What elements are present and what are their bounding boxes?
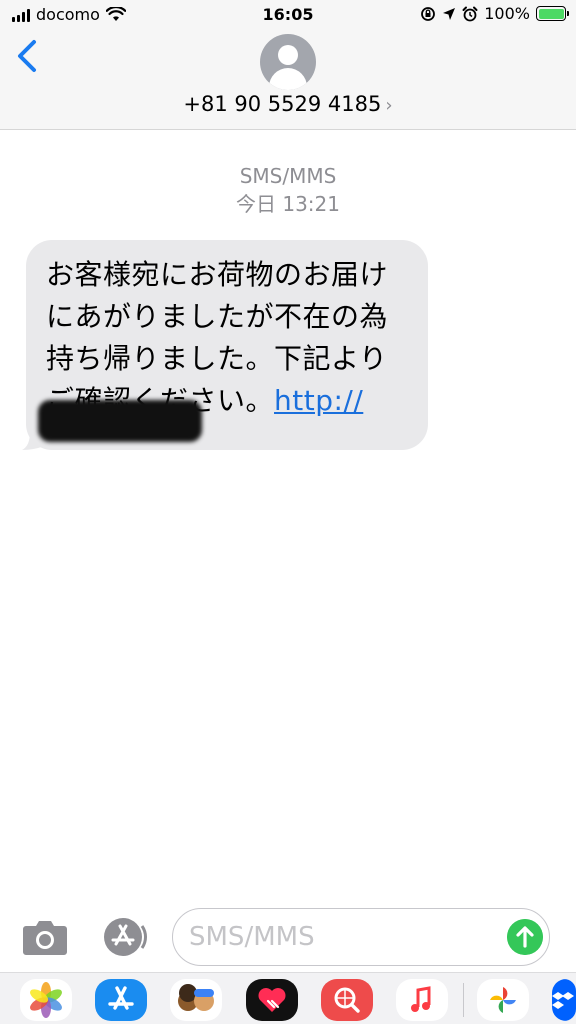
contact-name-button[interactable]: +81 90 5529 4185 ›: [0, 92, 576, 116]
message-link[interactable]: http://: [274, 384, 363, 417]
message-meta: SMS/MMS 今日 13:21: [0, 162, 576, 218]
drawer-divider: [463, 983, 464, 1017]
back-chevron-icon[interactable]: [14, 38, 40, 74]
message-timestamp: 今日 13:21: [236, 192, 340, 216]
send-arrow-icon[interactable]: [507, 919, 543, 955]
orientation-lock-icon: [421, 6, 436, 21]
message-input-field[interactable]: [172, 908, 550, 966]
app-drawer: [0, 972, 576, 1024]
contact-number: +81 90 5529 4185: [183, 92, 382, 116]
location-icon: [443, 7, 456, 20]
music-icon[interactable]: [396, 979, 448, 1021]
camera-icon[interactable]: [22, 918, 68, 956]
status-bar: docomo 16:05 100%: [0, 0, 576, 30]
status-icons: 100%: [420, 4, 569, 23]
photos-icon[interactable]: [20, 979, 72, 1021]
memoji-icon[interactable]: [170, 979, 222, 1021]
redacted-url-scribble: [38, 400, 202, 442]
navigation-header: docomo 16:05 100% +81 90 5529 4185 ›: [0, 0, 576, 130]
google-photos-icon[interactable]: [477, 979, 529, 1021]
chevron-right-icon: ›: [385, 95, 393, 116]
message-input[interactable]: [189, 919, 499, 955]
service-label: SMS/MMS: [239, 164, 337, 188]
contact-avatar[interactable]: [260, 34, 316, 90]
digital-touch-icon[interactable]: [246, 979, 298, 1021]
app-store-icon[interactable]: [95, 979, 147, 1021]
battery-percent: 100%: [484, 4, 530, 23]
app-store-apps-icon[interactable]: [98, 916, 148, 958]
image-search-icon[interactable]: [321, 979, 373, 1021]
alarm-icon: [462, 6, 478, 21]
battery-icon: [536, 6, 569, 21]
dropbox-icon[interactable]: [552, 979, 576, 1021]
